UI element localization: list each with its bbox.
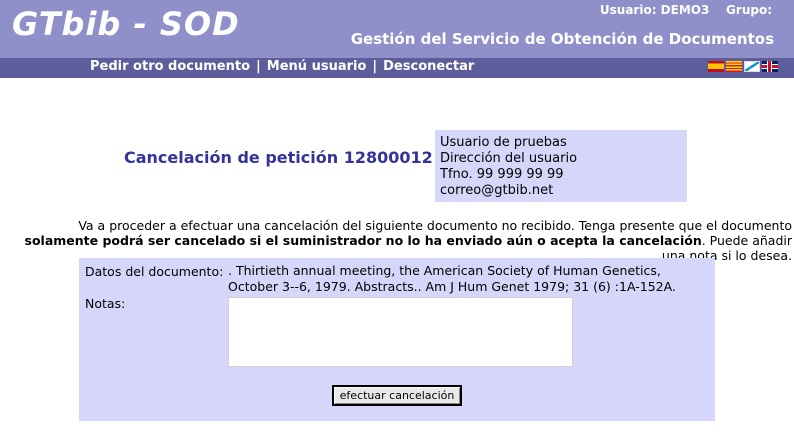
nav-separator: | bbox=[256, 59, 261, 74]
user-name: Usuario de pruebas bbox=[440, 135, 567, 150]
flag-gl-icon[interactable] bbox=[744, 61, 760, 72]
nav-links: Pedir otro documento | Menú usuario | Descon… bbox=[90, 59, 474, 74]
app-subtitle: Gestión del Servicio de Obtención de Doc… bbox=[350, 30, 774, 48]
document-data-label: Datos del documento: bbox=[85, 264, 224, 279]
nav-link-request-document[interactable]: Pedir otro documento bbox=[90, 59, 250, 74]
flag-es-icon[interactable] bbox=[708, 61, 724, 72]
document-data-value: . Thirtieth annual meeting, the American… bbox=[228, 263, 676, 294]
notes-label: Notas: bbox=[85, 296, 126, 311]
nav-link-logout[interactable]: Desconectar bbox=[383, 59, 474, 74]
user-info-box: Usuario de pruebas Dirección del usuario… bbox=[435, 130, 687, 202]
flag-en-icon[interactable] bbox=[762, 61, 778, 72]
user-address: Dirección del usuario bbox=[440, 151, 578, 166]
user-email: correo@gtbib.net bbox=[440, 183, 554, 198]
app-logo: GTbib - SOD bbox=[12, 5, 240, 43]
header-bar: GTbib - SOD Usuario: DEMO3 Grupo: Gestió… bbox=[0, 0, 794, 58]
user-group-info: Usuario: DEMO3 Grupo: bbox=[599, 3, 772, 17]
page-title: Cancelación de petición 12800012 bbox=[124, 148, 433, 167]
nav-link-user-menu[interactable]: Menú usuario bbox=[267, 59, 367, 74]
nav-separator: | bbox=[372, 59, 378, 74]
notice-intro: Va a proceder a efectuar una cancelación… bbox=[78, 218, 792, 233]
user-phone: Tfno. 99 999 99 99 bbox=[440, 167, 564, 182]
flag-ca-icon[interactable] bbox=[726, 61, 742, 72]
submit-cancellation-button[interactable]: efectuar cancelación bbox=[332, 385, 462, 406]
notice-emphasis: solamente podrá ser cancelado si el sumi… bbox=[24, 233, 702, 248]
nav-bar: Pedir otro documento | Menú usuario | Descon… bbox=[0, 58, 794, 78]
notes-textarea[interactable] bbox=[228, 297, 573, 367]
language-selector bbox=[708, 61, 778, 72]
cancellation-notice: Va a proceder a efectuar una cancelación… bbox=[4, 218, 792, 263]
cancel-form: Datos del documento: . Thirtieth annual … bbox=[79, 258, 715, 421]
